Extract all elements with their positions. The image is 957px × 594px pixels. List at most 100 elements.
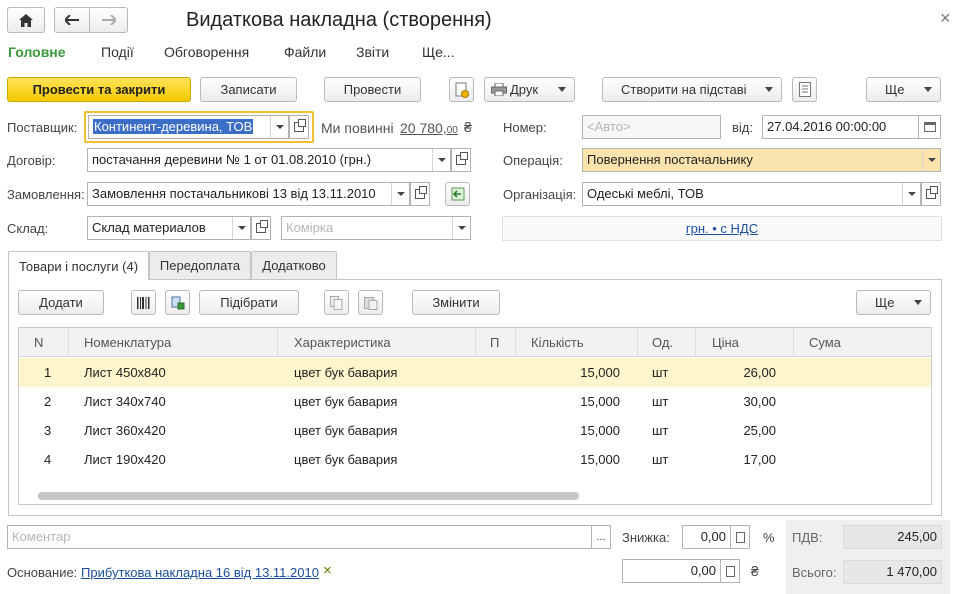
number-label: Номер:: [503, 120, 547, 135]
discount-field[interactable]: 0,00: [682, 525, 731, 549]
menu-events[interactable]: Події: [101, 44, 134, 60]
chevron-down-icon[interactable]: [922, 149, 940, 171]
operation-field[interactable]: Повернення постачальнику: [582, 148, 941, 172]
grid-more-button[interactable]: Ще: [856, 290, 931, 315]
column-header-unit[interactable]: Од.: [652, 328, 673, 357]
scanner-button[interactable]: [165, 290, 190, 315]
supplier-open-button[interactable]: [289, 115, 309, 139]
cell-quantity: 15,000: [580, 452, 620, 467]
chevron-down-icon: [558, 87, 566, 92]
menu-more[interactable]: Ще...: [422, 44, 455, 60]
menu-reports[interactable]: Звіти: [356, 44, 389, 60]
currency-icon: ₴: [751, 563, 759, 579]
fill-from-order-button[interactable]: [445, 182, 470, 206]
amount-field[interactable]: 0,00: [622, 559, 721, 583]
price-mode-link[interactable]: грн. • с НДС: [686, 221, 758, 236]
table-row[interactable]: 3 Лист 360x420 цвет бук бавария 15,000 ш…: [19, 416, 931, 445]
organization-open-button[interactable]: [921, 182, 941, 206]
pick-button[interactable]: Підібрати: [199, 290, 299, 315]
paste-rows-button[interactable]: [358, 290, 383, 315]
warehouse-field[interactable]: Склад материалов: [87, 216, 251, 240]
table-row[interactable]: 2 Лист 340x740 цвет бук бавария 15,000 ш…: [19, 387, 931, 416]
column-divider: [637, 328, 638, 357]
date-field[interactable]: 27.04.2016 00:00:00: [762, 115, 919, 139]
tab-prepayment[interactable]: Передоплата: [149, 251, 251, 279]
chevron-down-icon: [924, 87, 932, 92]
chevron-down-icon[interactable]: [391, 183, 409, 205]
cell-quantity: 15,000: [580, 365, 620, 380]
paste-icon: [363, 296, 377, 310]
contract-field[interactable]: постачання деревини № 1 от 01.08.2010 (г…: [87, 148, 451, 172]
comment-expand-button[interactable]: ...: [591, 525, 611, 549]
column-header-price[interactable]: Ціна: [712, 328, 739, 357]
column-header-p[interactable]: П: [490, 328, 499, 357]
number-field[interactable]: <Авто>: [582, 115, 721, 139]
chevron-down-icon[interactable]: [232, 217, 250, 239]
column-header-characteristic[interactable]: Характеристика: [294, 328, 391, 357]
column-header-quantity[interactable]: Кількість: [531, 328, 584, 357]
chevron-down-icon[interactable]: [432, 149, 450, 171]
amount-calculator-button[interactable]: [720, 559, 740, 583]
clear-basis-icon[interactable]: ×: [323, 562, 332, 579]
document-journal-button[interactable]: [449, 77, 474, 102]
post-button[interactable]: Провести: [324, 77, 421, 102]
organization-field[interactable]: Одеські меблі, ТОВ: [582, 182, 921, 206]
warehouse-open-button[interactable]: [251, 216, 271, 240]
chevron-down-icon[interactable]: [452, 217, 470, 239]
column-header-sum[interactable]: Сума: [809, 328, 841, 357]
debt-amount: 20 780,: [400, 120, 447, 136]
cell-characteristic: цвет бук бавария: [294, 365, 398, 380]
column-divider: [695, 328, 696, 357]
column-header-item[interactable]: Номенклатура: [84, 328, 171, 357]
cell-field[interactable]: Комірка: [281, 216, 471, 240]
table-row[interactable]: 4 Лист 190x420 цвет бук бавария 15,000 ш…: [19, 445, 931, 474]
supplier-label: Поставщик:: [7, 120, 78, 135]
column-header-n[interactable]: N: [34, 328, 43, 357]
cell-characteristic: цвет бук бавария: [294, 423, 398, 438]
table-row[interactable]: 1 Лист 450x840 цвет бук бавария 15,000 ш…: [19, 358, 931, 387]
forward-button[interactable]: [89, 7, 128, 33]
close-icon[interactable]: ×: [940, 8, 951, 29]
copy-rows-button[interactable]: [324, 290, 349, 315]
discount-calculator-button[interactable]: [730, 525, 750, 549]
discount-label: Знижка:: [622, 530, 670, 545]
chevron-down-icon: [914, 300, 922, 305]
comment-field[interactable]: Коментар: [7, 525, 592, 549]
vat-label: ПДВ:: [792, 530, 823, 545]
menu-main[interactable]: Головне: [8, 44, 66, 60]
order-field[interactable]: Замовлення постачальникові 13 від 13.11.…: [87, 182, 410, 206]
tab-additional[interactable]: Додатково: [251, 251, 337, 279]
arrow-right-icon: [101, 15, 116, 25]
debt-amount-link[interactable]: 20 780,00: [400, 120, 458, 136]
home-button[interactable]: [7, 7, 45, 33]
basis-link[interactable]: Прибуткова накладна 16 від 13.11.2010: [81, 565, 319, 580]
menu-discussion[interactable]: Обговорення: [164, 44, 249, 60]
post-and-close-button[interactable]: Провести та закрити: [7, 77, 191, 102]
cell-item: Лист 190x420: [84, 452, 166, 467]
contract-open-button[interactable]: [451, 148, 471, 172]
change-button[interactable]: Змінити: [412, 290, 500, 315]
back-button[interactable]: [54, 7, 90, 33]
tab-goods-services[interactable]: Товари і послуги (4): [8, 251, 149, 280]
cell-price: 17,00: [743, 452, 776, 467]
barcode-button[interactable]: [131, 290, 156, 315]
date-label: від:: [732, 120, 753, 135]
supplier-field[interactable]: Континент-деревина, ТОВ: [88, 115, 289, 139]
date-picker-button[interactable]: [918, 115, 941, 139]
print-button[interactable]: Друк: [484, 77, 575, 102]
chevron-down-icon[interactable]: [270, 116, 288, 138]
horizontal-scrollbar[interactable]: [38, 492, 579, 500]
cell-n: 4: [44, 452, 52, 467]
column-divider: [475, 328, 476, 357]
toolbar-more-button[interactable]: Ще: [866, 77, 941, 102]
cell-sum: [799, 387, 919, 416]
report-button[interactable]: [792, 77, 817, 102]
contract-label: Договір:: [7, 153, 56, 168]
create-based-on-button[interactable]: Створити на підставі: [602, 77, 782, 102]
order-open-button[interactable]: [410, 182, 430, 206]
save-button[interactable]: Записати: [200, 77, 297, 102]
chevron-down-icon[interactable]: [902, 183, 920, 205]
cell-characteristic: цвет бук бавария: [294, 452, 398, 467]
add-row-button[interactable]: Додати: [18, 290, 104, 315]
menu-files[interactable]: Файли: [284, 44, 326, 60]
